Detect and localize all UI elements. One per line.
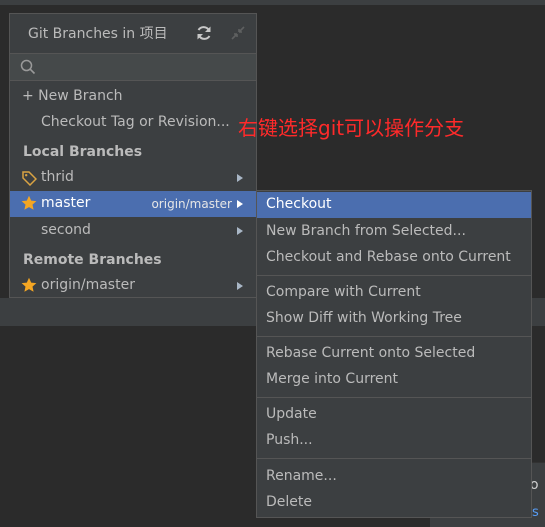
popup-title: Git Branches in 项目 — [28, 26, 168, 42]
menu-item-rebase-current[interactable]: Rebase Current onto Selected — [257, 341, 531, 367]
branch-label: origin/master — [41, 277, 135, 293]
branch-context-menu: Checkout New Branch from Selected... Che… — [256, 190, 532, 518]
branch-label: thrid — [41, 169, 74, 185]
chevron-right-icon — [237, 227, 243, 235]
menu-item-label: Merge into Current — [266, 371, 399, 387]
menu-separator — [257, 458, 531, 459]
branch-item-thrid[interactable]: thrid — [10, 165, 256, 191]
search-input[interactable] — [42, 56, 247, 78]
menu-item-label: Compare with Current — [266, 284, 421, 300]
branch-label: master — [41, 195, 91, 211]
menu-item-push[interactable]: Push... — [257, 428, 531, 454]
new-branch-label: + New Branch — [22, 88, 123, 104]
menu-separator — [257, 275, 531, 276]
menu-item-new-branch-from-selected[interactable]: New Branch from Selected... — [257, 219, 531, 245]
menu-separator — [257, 336, 531, 337]
menu-separator — [257, 397, 531, 398]
new-branch-item[interactable]: + New Branch — [10, 84, 256, 110]
branch-search — [10, 53, 256, 81]
branch-item-second[interactable]: second — [10, 218, 256, 244]
tracking-branch-label: origin/master — [151, 197, 232, 211]
tag-icon — [22, 171, 37, 186]
menu-item-label: New Branch from Selected... — [266, 223, 466, 239]
menu-item-checkout-and-rebase[interactable]: Checkout and Rebase onto Current — [257, 245, 531, 271]
menu-item-label: Checkout and Rebase onto Current — [266, 249, 511, 265]
menu-item-label: Delete — [266, 494, 312, 510]
star-icon — [21, 195, 37, 210]
top-toolbar-strip — [0, 0, 545, 5]
chevron-right-icon — [237, 174, 243, 182]
menu-item-show-diff[interactable]: Show Diff with Working Tree — [257, 306, 531, 332]
annotation-text: 右键选择git可以操作分支 — [238, 116, 465, 140]
branch-item-master[interactable]: master origin/master — [10, 191, 256, 217]
chevron-right-icon — [237, 200, 243, 208]
menu-item-delete[interactable]: Delete — [257, 490, 531, 516]
star-icon — [21, 277, 37, 292]
menu-item-label: Rename... — [266, 468, 337, 484]
menu-item-compare-with-current[interactable]: Compare with Current — [257, 280, 531, 306]
menu-item-label: Push... — [266, 432, 313, 448]
refresh-icon[interactable] — [195, 24, 213, 42]
checkout-tag-item[interactable]: Checkout Tag or Revision... — [10, 110, 256, 136]
menu-item-label: Checkout — [266, 196, 332, 212]
branch-item-origin-master[interactable]: origin/master — [10, 273, 256, 299]
branch-label: second — [41, 222, 91, 238]
background-partial-link[interactable]: s — [532, 505, 539, 520]
menu-item-rename[interactable]: Rename... — [257, 464, 531, 490]
menu-item-label: Show Diff with Working Tree — [266, 310, 462, 326]
search-icon — [20, 59, 36, 75]
local-branches-header: Local Branches — [23, 144, 143, 160]
menu-item-checkout[interactable]: Checkout — [257, 192, 531, 218]
menu-item-label: Update — [266, 406, 317, 422]
git-branches-popup: Git Branches in 项目 + New Branch Checkout… — [9, 13, 257, 298]
menu-item-update[interactable]: Update — [257, 402, 531, 428]
menu-item-label: Rebase Current onto Selected — [266, 345, 476, 361]
menu-item-merge-into-current[interactable]: Merge into Current — [257, 367, 531, 393]
checkout-tag-label: Checkout Tag or Revision... — [41, 114, 230, 130]
collapse-icon[interactable] — [230, 25, 246, 41]
chevron-right-icon — [237, 282, 243, 290]
remote-branches-header: Remote Branches — [23, 252, 162, 268]
